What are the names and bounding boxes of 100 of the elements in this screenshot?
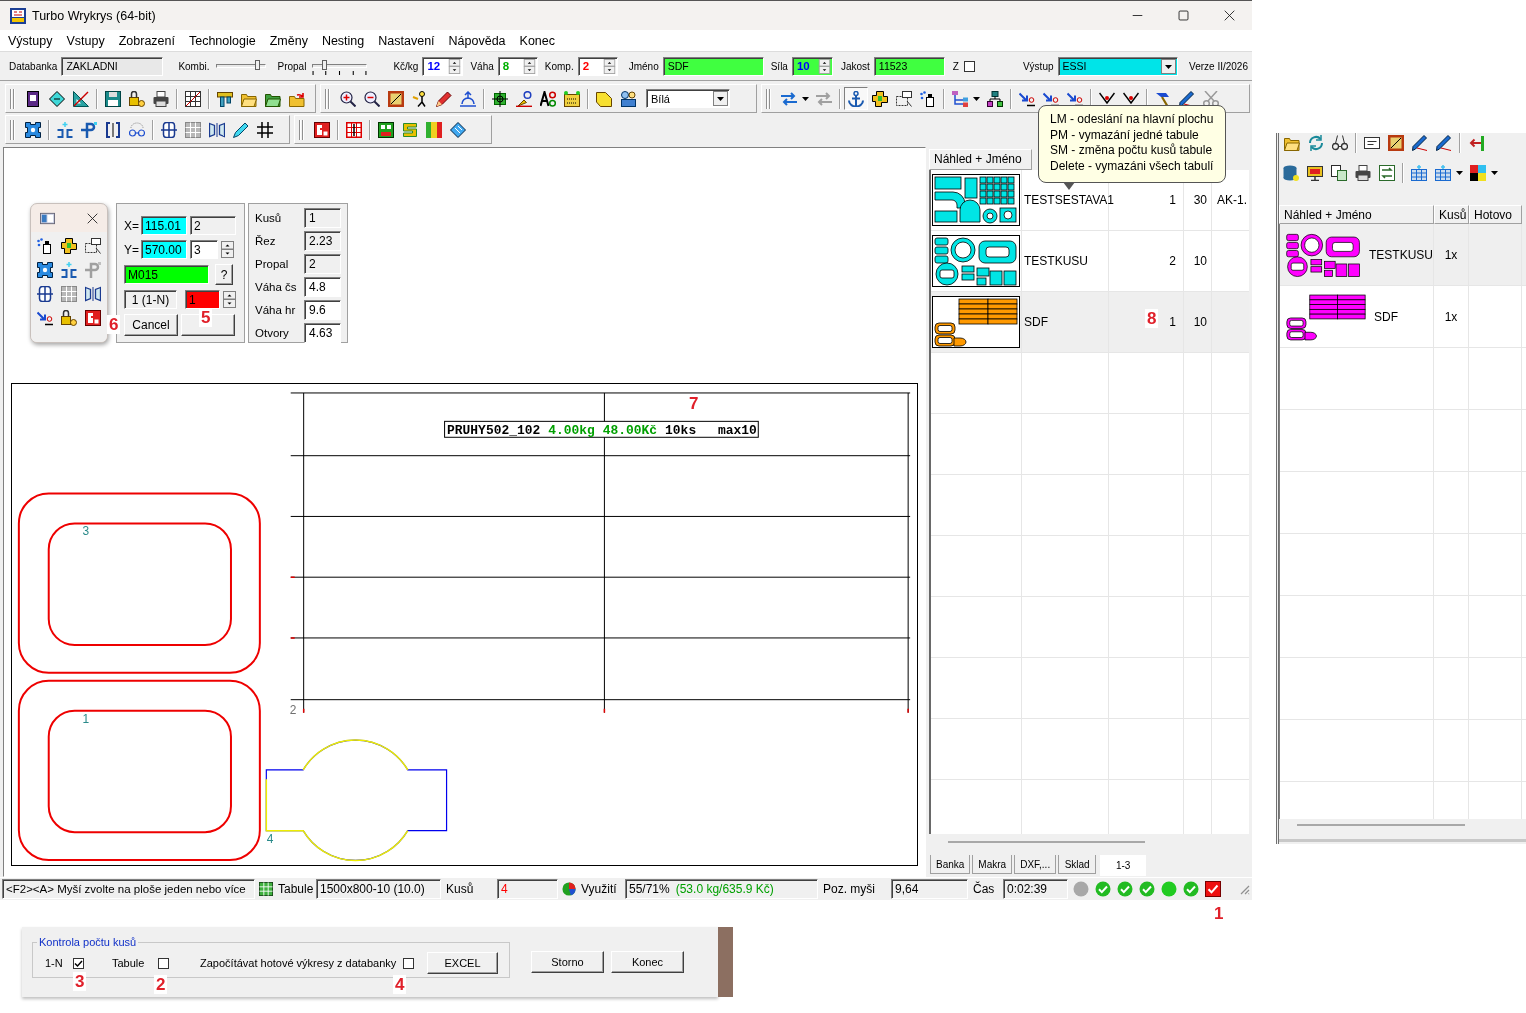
zoom-out-icon[interactable] [364, 90, 380, 107]
caret-icon[interactable] [1456, 171, 1463, 175]
tab[interactable]: 1-3 [1100, 855, 1147, 876]
picture-frame-icon[interactable] [1388, 135, 1404, 151]
spray-can-icon[interactable] [920, 90, 936, 107]
pencil-icon[interactable] [436, 90, 452, 107]
pen-icon[interactable] [1179, 90, 1195, 107]
close-icon[interactable] [87, 212, 98, 224]
swap-arrows-icon[interactable] [781, 90, 797, 107]
puzzle-icon[interactable] [25, 121, 41, 138]
card-icon[interactable] [1364, 135, 1380, 151]
book-icon[interactable] [25, 90, 41, 107]
cross-icon[interactable] [161, 121, 177, 138]
shapes-icon[interactable] [61, 238, 77, 254]
value-field[interactable]: 2 [304, 254, 341, 274]
arrow-icon[interactable] [1019, 90, 1035, 107]
network-icon[interactable] [987, 90, 1003, 107]
slider-track[interactable] [312, 63, 368, 68]
padlock-icon[interactable] [61, 310, 77, 326]
caliper-icon[interactable] [217, 90, 233, 107]
padlock-icon[interactable] [129, 90, 145, 107]
menu-item[interactable]: Technologie [181, 30, 263, 51]
crosshair-icon[interactable] [492, 90, 508, 107]
bracket-icon[interactable] [61, 262, 77, 278]
toolbar-grip[interactable] [9, 87, 16, 110]
column-header[interactable]: Náhled + Jméno [1279, 205, 1434, 224]
checkbox[interactable] [73, 958, 84, 969]
spin-field[interactable]: 12 [422, 56, 464, 76]
column-header[interactable]: Náhled + Jméno [929, 149, 1032, 170]
puzzle-icon[interactable] [314, 121, 330, 138]
coordinate-field[interactable]: 115.01 [141, 216, 187, 235]
list-row[interactable]: TESTKUSU 1x [1280, 224, 1526, 286]
cancel-button[interactable]: Cancel [124, 314, 178, 336]
pipe-icon[interactable] [81, 121, 97, 138]
pen-icon[interactable] [233, 121, 249, 138]
dashed-box-icon[interactable] [896, 90, 912, 107]
bracket-icon[interactable] [57, 121, 73, 138]
value-field[interactable]: 4.63 [304, 323, 341, 343]
folder-icon[interactable] [1284, 135, 1300, 151]
tag-icon[interactable] [596, 90, 612, 107]
copy-icon[interactable] [1331, 165, 1347, 181]
resize-grip-icon[interactable] [1238, 883, 1250, 895]
refresh-icon[interactable] [1308, 135, 1324, 151]
cross-icon[interactable] [37, 286, 53, 302]
caret-icon[interactable] [1491, 171, 1498, 175]
hammer-icon[interactable] [1155, 90, 1171, 107]
printer-icon[interactable] [1355, 165, 1371, 181]
value-field[interactable]: 1 [304, 208, 341, 228]
zoom-in-icon[interactable] [340, 90, 356, 107]
printer-icon[interactable] [153, 90, 169, 107]
tree-icon[interactable] [952, 90, 968, 107]
menu-item[interactable]: Nesting [314, 30, 372, 51]
grid-icon[interactable] [346, 121, 362, 138]
text-field[interactable]: 11523 [873, 56, 945, 76]
dialog-button[interactable]: Storno [531, 951, 604, 973]
maximize-icon[interactable] [1178, 10, 1189, 21]
menu-item[interactable]: Konec [512, 30, 562, 51]
scrollbar-thumb[interactable] [948, 841, 1145, 843]
caret-icon[interactable] [973, 96, 980, 101]
text-field[interactable]: 2 [190, 216, 236, 235]
value-field[interactable]: 9.6 [304, 300, 341, 320]
toolbar-grip[interactable] [324, 87, 331, 110]
wedge-icon[interactable] [516, 90, 532, 107]
spin-arrows-icon[interactable] [817, 58, 831, 74]
checkbox[interactable] [963, 60, 975, 72]
material-field[interactable]: M015 [124, 265, 209, 284]
spin-arrows-icon[interactable] [448, 58, 462, 74]
column-header[interactable]: Kusů [1434, 205, 1469, 224]
value-field[interactable]: 2.23 [304, 231, 341, 251]
pen-icon[interactable] [1412, 135, 1428, 151]
color-grid-icon[interactable] [1470, 165, 1486, 181]
text-field[interactable]: SDF [662, 56, 764, 76]
menu-item[interactable]: Nápověda [441, 30, 513, 51]
list-row[interactable]: TESTKUSU 2 10 [931, 231, 1249, 292]
checkbox[interactable] [158, 958, 169, 969]
arch-icon[interactable] [460, 90, 476, 107]
tab[interactable]: Banka [930, 855, 971, 874]
dialog-button[interactable]: Konec [611, 951, 684, 973]
puzzle-icon[interactable] [37, 262, 53, 278]
spray-can-icon[interactable] [37, 238, 53, 254]
spin-field[interactable]: 2 [577, 56, 618, 76]
toolbar-grip[interactable] [9, 118, 16, 141]
folder-arrow-icon[interactable] [289, 90, 305, 107]
hash-icon[interactable] [257, 121, 273, 138]
columns-icon[interactable] [209, 121, 225, 138]
stripes-icon[interactable] [402, 121, 418, 138]
shapes-icon[interactable] [872, 90, 888, 107]
slider-thumb[interactable] [322, 59, 328, 70]
mode-field[interactable]: 1 (1-N) [124, 290, 177, 309]
list-row[interactable]: SDF 1x [1280, 286, 1526, 348]
coordinate-field[interactable]: 570.00 [141, 240, 187, 259]
color-bars-icon[interactable] [426, 121, 442, 138]
color-dropdown[interactable]: Bílá [646, 89, 730, 108]
value-field[interactable]: 4.8 [304, 277, 341, 297]
board-icon[interactable] [564, 90, 580, 107]
help-button[interactable]: ? [215, 264, 233, 285]
tab[interactable]: DXF,... [1014, 855, 1057, 874]
checkbox[interactable] [403, 958, 414, 969]
menu-item[interactable]: Zobrazení [111, 30, 182, 51]
columns-icon[interactable] [85, 286, 101, 302]
